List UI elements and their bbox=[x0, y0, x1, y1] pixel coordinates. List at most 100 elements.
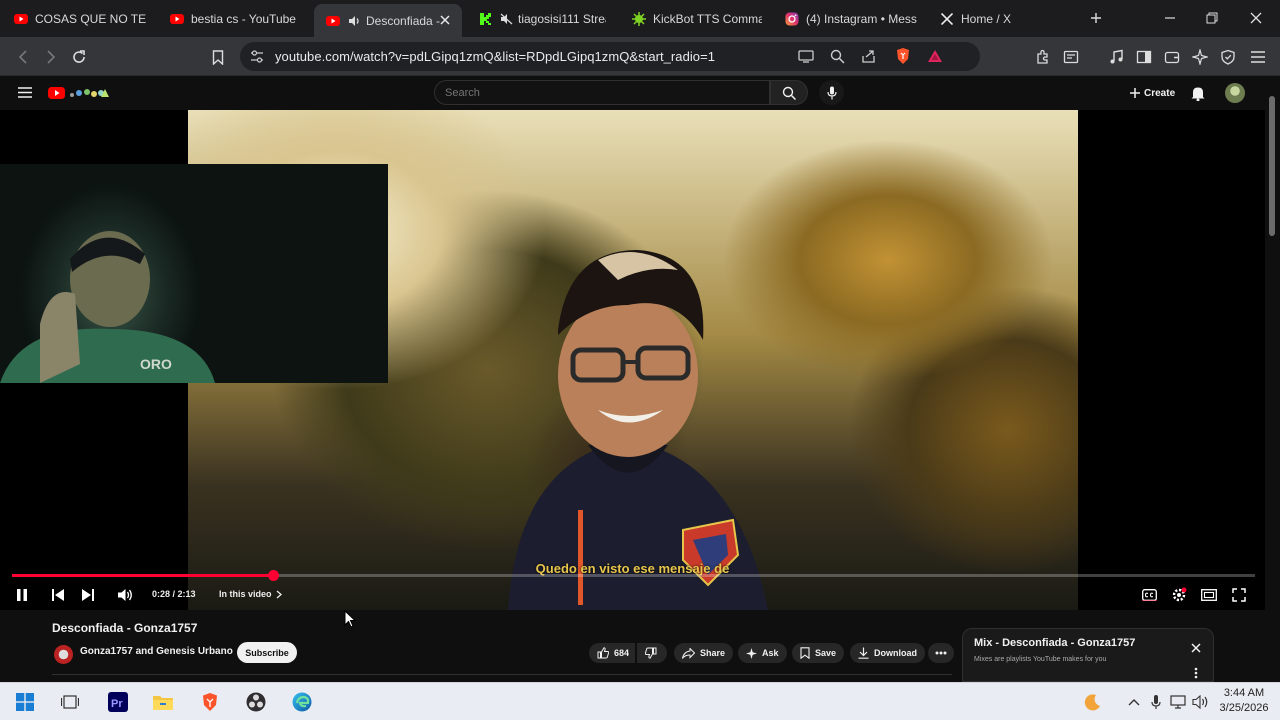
zoom-icon[interactable] bbox=[830, 49, 845, 64]
volume-icon[interactable] bbox=[114, 584, 136, 606]
restore-icon[interactable] bbox=[1202, 8, 1222, 28]
minimize-icon[interactable] bbox=[1160, 8, 1180, 28]
task-view-icon[interactable] bbox=[59, 691, 81, 713]
tab-label: tiagosisi111 Strea bbox=[518, 11, 606, 26]
site-settings-icon[interactable] bbox=[250, 50, 264, 63]
speaker-icon[interactable] bbox=[347, 14, 361, 28]
voice-search-button[interactable] bbox=[819, 80, 844, 105]
speaker-tray-icon[interactable] bbox=[1190, 691, 1212, 713]
brave-shields-icon[interactable] bbox=[895, 47, 911, 65]
chevron-up-icon[interactable] bbox=[1123, 691, 1145, 713]
captions-icon[interactable] bbox=[1138, 584, 1160, 606]
sparkle-icon bbox=[746, 647, 757, 659]
wallet-icon[interactable] bbox=[1161, 46, 1183, 68]
notifications-bell-icon[interactable] bbox=[1191, 85, 1205, 101]
browser-menu-icon[interactable] bbox=[1247, 46, 1269, 68]
mix-playlist-panel[interactable]: Mix - Desconfiada - Gonza1757 Mixes are … bbox=[962, 628, 1214, 682]
back-icon[interactable] bbox=[12, 46, 34, 68]
instagram-icon bbox=[785, 12, 799, 26]
fullscreen-icon[interactable] bbox=[1228, 584, 1250, 606]
mix-title: Mix - Desconfiada - Gonza1757 bbox=[974, 637, 1136, 649]
divider bbox=[52, 674, 952, 675]
video-title: Desconfiada - Gonza1757 bbox=[52, 621, 198, 635]
reload-icon[interactable] bbox=[68, 46, 90, 68]
webcam-image: ORO bbox=[0, 231, 215, 383]
share-button[interactable]: Share bbox=[674, 643, 734, 663]
progress-bar[interactable] bbox=[12, 570, 1255, 581]
page-scrollbar[interactable] bbox=[1265, 76, 1280, 682]
dislike-button[interactable] bbox=[637, 643, 667, 663]
extensions-icon[interactable] bbox=[1032, 46, 1054, 68]
leo-ai-icon[interactable] bbox=[1189, 46, 1211, 68]
progress-scrubber-handle[interactable] bbox=[268, 570, 280, 581]
muted-speaker-icon bbox=[499, 12, 513, 26]
kickbot-icon bbox=[632, 11, 646, 26]
create-button[interactable]: Create bbox=[1124, 82, 1181, 104]
more-vertical-icon[interactable] bbox=[1193, 667, 1199, 679]
download-button[interactable]: Download bbox=[850, 643, 925, 663]
youtube-logo[interactable] bbox=[48, 85, 112, 101]
next-icon[interactable] bbox=[77, 584, 99, 606]
browser-tab[interactable]: bestia cs - YouTube bbox=[170, 6, 300, 31]
windows-start-icon[interactable] bbox=[14, 691, 36, 713]
browser-tab[interactable]: Home / X bbox=[940, 6, 1040, 31]
address-bar[interactable]: youtube.com/watch?v=pdLGipq1zmQ&list=RDp… bbox=[240, 42, 980, 71]
bookmark-save-icon bbox=[800, 647, 810, 659]
previous-icon[interactable] bbox=[47, 584, 69, 606]
subscribe-button[interactable]: Subscribe bbox=[237, 642, 297, 663]
progress-played bbox=[12, 574, 274, 577]
network-icon[interactable] bbox=[1168, 691, 1190, 713]
close-playlist-icon[interactable] bbox=[1189, 641, 1203, 655]
browser-tab[interactable]: COSAS QUE NO TE D bbox=[14, 6, 149, 31]
ask-button[interactable]: Ask bbox=[738, 643, 787, 663]
sidebar-icon[interactable] bbox=[1133, 46, 1155, 68]
more-horizontal-icon bbox=[935, 651, 947, 655]
search-box[interactable] bbox=[434, 80, 770, 105]
system-clock[interactable]: 3:44 AM 3/25/2026 bbox=[1214, 686, 1274, 716]
like-button[interactable]: 684 bbox=[589, 643, 635, 663]
close-window-icon[interactable] bbox=[1246, 8, 1266, 28]
settings-gear-icon[interactable] bbox=[1168, 584, 1190, 606]
brave-rewards-icon[interactable] bbox=[927, 48, 943, 64]
cast-icon[interactable] bbox=[798, 49, 814, 63]
share-page-icon[interactable] bbox=[861, 49, 876, 64]
tab-label: Desconfiada - bbox=[366, 13, 441, 28]
browser-tab[interactable]: (4) Instagram • Mess bbox=[785, 6, 917, 31]
premiere-pro-icon[interactable]: Pr bbox=[107, 691, 129, 713]
channel-avatar[interactable] bbox=[54, 645, 73, 664]
vpn-icon[interactable] bbox=[1217, 46, 1239, 68]
theater-mode-icon[interactable] bbox=[1198, 584, 1220, 606]
edge-browser-icon[interactable] bbox=[291, 691, 313, 713]
browser-tab-active[interactable]: Desconfiada - bbox=[314, 4, 462, 37]
media-controls-icon[interactable] bbox=[1105, 46, 1127, 68]
download-label: Download bbox=[874, 648, 917, 658]
microphone-tray-icon[interactable] bbox=[1145, 691, 1167, 713]
search-button[interactable] bbox=[770, 80, 808, 105]
bookmark-icon[interactable] bbox=[207, 46, 229, 68]
brave-browser-icon[interactable] bbox=[199, 691, 221, 713]
forward-icon[interactable] bbox=[40, 46, 62, 68]
new-tab-icon[interactable] bbox=[1086, 8, 1106, 28]
browser-tab[interactable]: KickBot TTS Comman bbox=[632, 6, 762, 31]
share-label: Share bbox=[700, 648, 726, 658]
save-button[interactable]: Save bbox=[792, 643, 845, 663]
in-this-video-button[interactable]: In this video bbox=[219, 589, 282, 599]
obs-studio-icon[interactable] bbox=[245, 691, 267, 713]
night-light-moon-icon[interactable] bbox=[1082, 691, 1104, 713]
mouse-cursor-icon bbox=[344, 610, 356, 628]
reading-mode-icon[interactable] bbox=[1060, 46, 1082, 68]
search-input[interactable] bbox=[445, 85, 745, 101]
microphone-icon bbox=[826, 86, 837, 100]
guide-menu-icon[interactable] bbox=[18, 87, 32, 98]
channel-name[interactable]: Gonza1757 and Genesis Urbano bbox=[80, 646, 233, 657]
youtube-icon bbox=[14, 12, 28, 26]
pause-icon[interactable] bbox=[11, 584, 33, 606]
browser-tab[interactable]: tiagosisi111 Strea bbox=[478, 6, 606, 31]
close-tab-icon[interactable] bbox=[438, 13, 452, 27]
webcam-overlay: ORO bbox=[0, 164, 388, 383]
more-actions-button[interactable] bbox=[928, 643, 954, 663]
account-avatar[interactable] bbox=[1225, 83, 1245, 103]
file-explorer-icon[interactable] bbox=[152, 691, 174, 713]
video-player[interactable]: ORO Quedo en visto ese mensaje de 0:28 /… bbox=[0, 110, 1265, 610]
scrollbar-thumb[interactable] bbox=[1269, 96, 1275, 236]
